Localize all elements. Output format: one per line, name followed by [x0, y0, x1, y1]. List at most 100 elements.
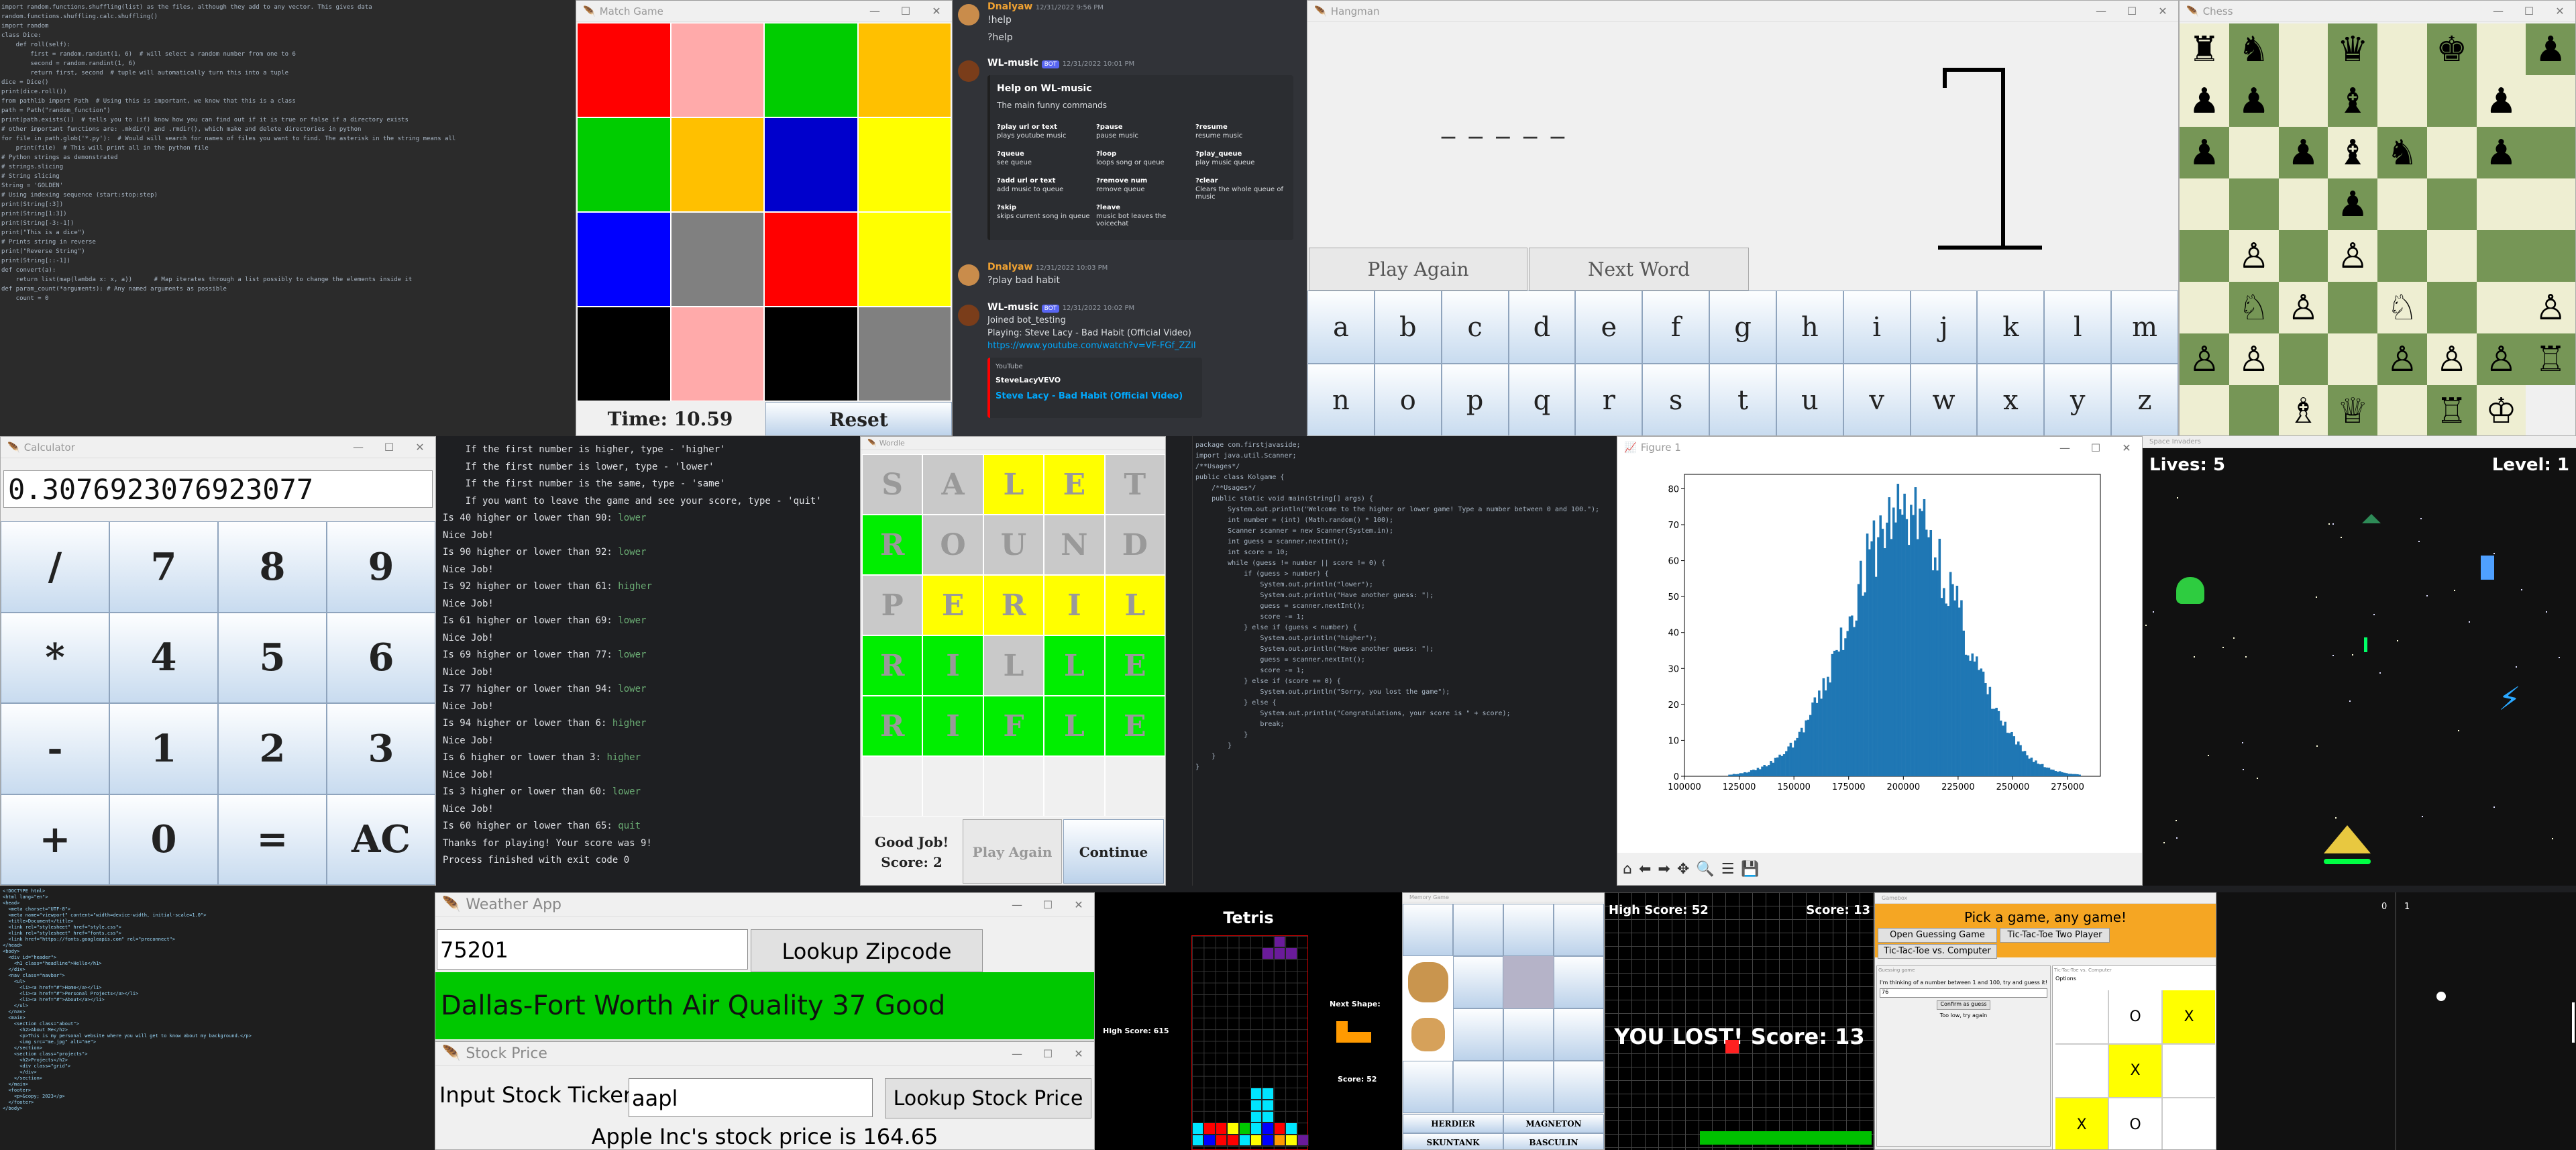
chess-piece[interactable]: ♞ [2387, 136, 2418, 170]
minimize-button[interactable]: — [2483, 5, 2514, 17]
chess-square[interactable]: ♞ [2377, 127, 2427, 178]
ttt-cell[interactable]: O [2109, 1098, 2161, 1149]
confirm-guess-button[interactable]: Confirm as guess [1937, 1000, 1990, 1010]
chess-piece[interactable]: ♚ [2436, 32, 2467, 67]
chess-square[interactable] [2278, 333, 2328, 385]
chess-square[interactable]: ♟ [2526, 23, 2575, 75]
chess-square[interactable] [2526, 230, 2575, 282]
lookup-zipcode-button[interactable]: Lookup Zipcode [751, 929, 983, 972]
chess-square[interactable]: ♟ [2180, 127, 2229, 178]
chess-square[interactable] [2426, 230, 2477, 282]
calc-key[interactable]: 3 [327, 703, 435, 794]
ttt-cell[interactable]: O [2109, 990, 2161, 1043]
maximize-button[interactable]: ☐ [1032, 1047, 1063, 1060]
card[interactable] [1554, 956, 1604, 1008]
letter-key-h[interactable]: h [1776, 291, 1843, 364]
reset-button[interactable]: Reset [765, 402, 952, 435]
chess-square[interactable]: ♝ [2328, 75, 2377, 127]
chess-piece[interactable]: ♝ [2337, 84, 2369, 119]
ttt-cell[interactable]: X [2055, 1098, 2108, 1149]
calc-key[interactable]: 8 [218, 521, 327, 613]
username[interactable]: Dnalyaw [987, 262, 1032, 272]
chess-square[interactable]: ♟ [2180, 75, 2229, 127]
home-icon[interactable]: ⌂ [1623, 861, 1632, 878]
chess-piece[interactable]: ♗ [2288, 394, 2319, 429]
chess-piece[interactable]: ♙ [2238, 239, 2269, 274]
card[interactable] [1403, 1061, 1453, 1113]
calc-key[interactable]: 9 [327, 521, 435, 613]
chess-square[interactable]: ♘ [2377, 282, 2427, 333]
chess-square[interactable] [2476, 178, 2526, 230]
html-code[interactable]: <!DOCTYPE html> <html lang="en"> <head> <m… [0, 886, 435, 1114]
letter-key-b[interactable]: b [1374, 291, 1442, 364]
letter-key-c[interactable]: c [1441, 291, 1509, 364]
chess-square[interactable] [2278, 75, 2328, 127]
username[interactable]: WL-music [987, 302, 1038, 313]
match-tile[interactable] [764, 117, 858, 212]
letter-key-u[interactable]: u [1776, 364, 1843, 435]
close-button[interactable]: ✕ [2111, 441, 2142, 454]
chess-square[interactable] [2229, 178, 2279, 230]
chess-square[interactable]: ♚ [2426, 23, 2477, 75]
card[interactable] [1453, 904, 1503, 956]
chess-square[interactable] [2229, 385, 2279, 435]
embed-title[interactable]: Steve Lacy - Bad Habit (Official Video) [996, 391, 1197, 401]
ttt-cell[interactable] [2055, 990, 2108, 1043]
calc-key[interactable]: + [1, 794, 109, 885]
chess-square[interactable]: ♔ [2476, 385, 2526, 435]
match-tile[interactable] [577, 307, 671, 401]
match-tile[interactable] [764, 23, 858, 117]
letter-key-v[interactable]: v [1843, 364, 1911, 435]
chess-piece[interactable]: ♟ [2535, 32, 2567, 67]
chess-piece[interactable]: ♔ [2485, 394, 2517, 429]
calc-key[interactable]: 7 [109, 521, 218, 613]
chess-square[interactable]: ♗ [2278, 385, 2328, 435]
calc-key[interactable]: 1 [109, 703, 218, 794]
match-tile[interactable] [670, 307, 764, 401]
close-button[interactable]: ✕ [405, 441, 435, 454]
card[interactable] [1503, 1008, 1554, 1061]
chess-square[interactable] [2278, 230, 2328, 282]
maximize-button[interactable]: ☐ [2514, 5, 2544, 17]
chess-square[interactable]: ♟ [2476, 75, 2526, 127]
ttt-cell[interactable] [2163, 1098, 2215, 1149]
letter-key-i[interactable]: i [1843, 291, 1911, 364]
chess-piece[interactable]: ♙ [2288, 291, 2319, 325]
chess-square[interactable] [2180, 178, 2229, 230]
chess-square[interactable]: ♖ [2526, 333, 2575, 385]
chess-square[interactable] [2377, 23, 2427, 75]
chess-square[interactable]: ♛ [2328, 23, 2377, 75]
chess-piece[interactable]: ♘ [2387, 291, 2418, 325]
save-icon[interactable]: 💾 [1741, 861, 1759, 878]
card[interactable] [1503, 1061, 1554, 1113]
chess-square[interactable] [2328, 333, 2377, 385]
letter-key-y[interactable]: y [2044, 364, 2112, 435]
tic-tac-toe-two-player-button[interactable]: Tic-Tac-Toe Two Player [2000, 928, 2110, 943]
chess-square[interactable] [2426, 127, 2477, 178]
ttt-cell[interactable] [2055, 1044, 2108, 1098]
forward-icon[interactable]: ➡ [1658, 861, 1670, 878]
chess-square[interactable]: ♞ [2229, 23, 2279, 75]
ttt-cell[interactable]: X [2163, 990, 2215, 1043]
minimize-button[interactable]: — [2049, 441, 2080, 454]
chess-square[interactable] [2377, 75, 2427, 127]
match-tile[interactable] [857, 23, 951, 117]
card[interactable] [1453, 1061, 1503, 1113]
match-tile[interactable] [764, 307, 858, 401]
letter-key-p[interactable]: p [1441, 364, 1509, 435]
match-tile[interactable] [577, 23, 671, 117]
maximize-button[interactable]: ☐ [1032, 898, 1063, 911]
chess-piece[interactable]: ♙ [2189, 342, 2220, 377]
ttt-cell[interactable] [2163, 1044, 2215, 1098]
chess-piece[interactable]: ♙ [2436, 342, 2467, 377]
chess-square[interactable]: ♕ [2328, 385, 2377, 435]
chess-square[interactable] [2180, 385, 2229, 435]
chess-square[interactable] [2328, 282, 2377, 333]
chess-square[interactable]: ♙ [2229, 230, 2279, 282]
chess-piece[interactable]: ♖ [2436, 394, 2467, 429]
configure-icon[interactable]: ☰ [1721, 861, 1735, 878]
chess-piece[interactable]: ♙ [2337, 239, 2369, 274]
card[interactable] [1403, 904, 1453, 956]
chess-square[interactable] [2476, 282, 2526, 333]
card-skuntank-icon[interactable] [1503, 956, 1554, 1008]
